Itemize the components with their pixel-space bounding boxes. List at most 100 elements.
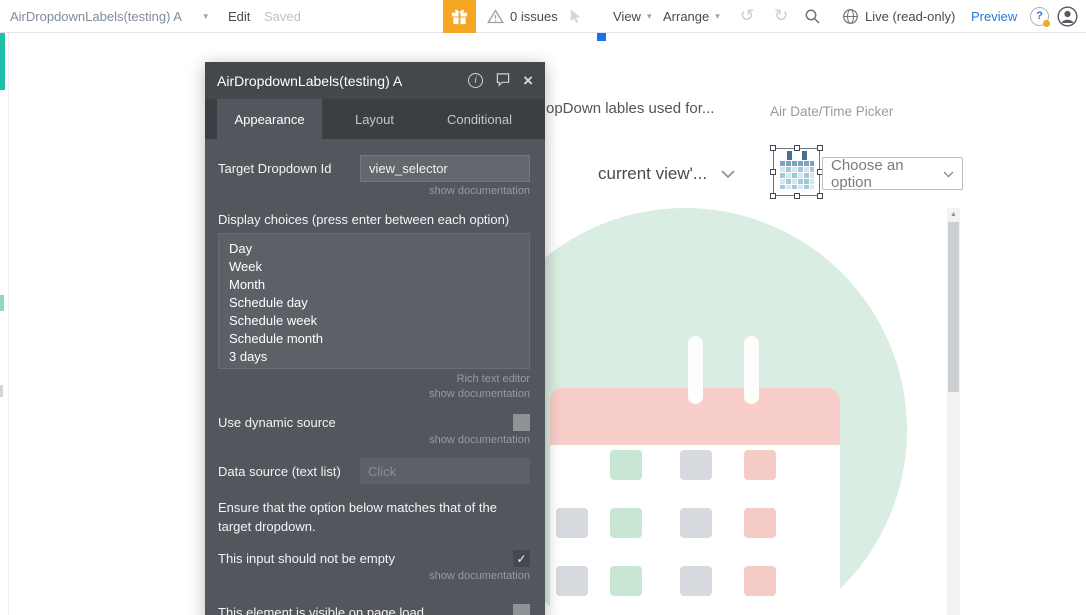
calendar-cell [680, 508, 712, 538]
chevron-down-icon: ▾ [715, 12, 720, 21]
notification-dot [1043, 20, 1050, 27]
chevron-down-icon [943, 165, 954, 182]
visible-on-load-checkbox[interactable] [513, 604, 530, 615]
view-dropdown-element[interactable]: current view'... [598, 164, 735, 184]
arrange-label: Arrange [663, 9, 709, 24]
target-dropdown-input[interactable] [360, 155, 530, 182]
resize-handle[interactable] [770, 169, 776, 175]
property-editor-dialog: AirDropdownLabels(testing) A i × Appeara… [205, 62, 545, 615]
resize-handle[interactable] [817, 193, 823, 199]
top-toolbar: AirDropdownLabels(testing) A ▾ Edit Save… [0, 0, 1086, 33]
edit-menu[interactable]: Edit [228, 0, 250, 32]
scroll-up-icon[interactable]: ▲ [947, 208, 960, 221]
calendar-cell [610, 508, 642, 538]
picker-caption-text[interactable]: Air Date/Time Picker [770, 104, 893, 119]
redo-icon: ↻ [774, 6, 788, 26]
calendar-ring [688, 336, 703, 404]
undo-button[interactable]: ↺ [740, 0, 754, 32]
group-scrollbar[interactable]: ▲ [947, 208, 960, 615]
choice-line: 3 days [229, 348, 519, 366]
search-icon [804, 8, 821, 25]
tab-appearance[interactable]: Appearance [217, 99, 322, 139]
tab-conditional[interactable]: Conditional [427, 99, 532, 139]
canvas-element-fragment [0, 385, 3, 397]
resize-handle[interactable] [794, 145, 800, 151]
redo-button[interactable]: ↻ [774, 0, 788, 32]
display-choices-value[interactable]: DayWeekMonthSchedule daySchedule weekSch… [218, 233, 530, 369]
preview-button[interactable]: Preview [971, 0, 1017, 32]
rich-text-editor-link[interactable]: Rich text editor [218, 373, 530, 385]
environment-selector[interactable]: Live (read-only) [842, 0, 955, 32]
choice-line: Month [229, 276, 519, 294]
view-dropdown-text: current view'... [598, 164, 707, 184]
saved-label: Saved [264, 9, 301, 24]
page-left-edge [8, 33, 9, 615]
scrollbar-thumb[interactable] [948, 222, 959, 392]
show-documentation-link[interactable]: show documentation [218, 388, 530, 400]
help-button[interactable]: ? [1030, 0, 1049, 32]
environment-label: Live (read-only) [865, 9, 955, 24]
data-source-label: Data source (text list) [218, 464, 341, 479]
choice-line: Schedule day [229, 294, 519, 312]
show-documentation-link[interactable]: show documentation [218, 185, 530, 197]
search-button[interactable] [804, 0, 821, 32]
data-source-row: Data source (text list) Click [218, 458, 530, 484]
choose-option-text: Choose an option [831, 157, 943, 191]
choose-option-dropdown[interactable]: Choose an option [822, 157, 963, 190]
chevron-down-icon [721, 164, 735, 184]
visible-on-load-row: This element is visible on page load [218, 604, 530, 615]
globe-icon [842, 8, 859, 25]
display-choices-label: Display choices (press enter between eac… [218, 212, 530, 227]
pointer-tool[interactable] [568, 0, 583, 32]
calendar-ring [744, 336, 759, 404]
dynamic-source-row: Use dynamic source [218, 414, 530, 431]
arrange-menu[interactable]: Arrange ▾ [663, 0, 720, 32]
choice-line: Week [229, 258, 519, 276]
dialog-title-bar[interactable]: AirDropdownLabels(testing) A i × [205, 62, 545, 99]
resize-handle[interactable] [817, 145, 823, 151]
preview-label: Preview [971, 9, 1017, 24]
choice-line: Day [229, 240, 519, 258]
canvas-text-element[interactable]: opDown lables used for... [546, 100, 714, 117]
ensure-note: Ensure that the option below matches tha… [218, 498, 530, 536]
selected-datepicker-element[interactable] [773, 148, 820, 196]
canvas-element-fragment [0, 295, 4, 311]
comment-icon[interactable] [495, 72, 511, 90]
account-button[interactable] [1057, 0, 1078, 32]
issues-indicator[interactable]: 0 issues [487, 0, 558, 32]
dialog-tabs: Appearance Layout Conditional [205, 99, 545, 139]
view-menu[interactable]: View ▾ [613, 0, 651, 32]
edit-label: Edit [228, 9, 250, 24]
issues-label: 0 issues [510, 9, 558, 24]
user-icon [1057, 6, 1078, 27]
calendar-icon [780, 151, 814, 194]
saved-status: Saved [264, 0, 301, 32]
cursor-icon [568, 8, 583, 24]
resize-handle[interactable] [770, 193, 776, 199]
resize-handle[interactable] [794, 193, 800, 199]
target-dropdown-row: Target Dropdown Id [218, 155, 530, 182]
show-documentation-link[interactable]: show documentation [218, 570, 530, 582]
gift-button[interactable] [443, 0, 476, 33]
help-glyph: ? [1036, 10, 1043, 22]
undo-icon: ↺ [740, 6, 754, 26]
app-selector-label: AirDropdownLabels(testing) A [10, 9, 182, 24]
visible-on-load-label: This element is visible on page load [218, 605, 424, 615]
not-empty-checkbox[interactable]: ✓ [513, 550, 530, 567]
data-source-input[interactable]: Click [360, 458, 530, 484]
calendar-cell [556, 508, 588, 538]
dynamic-source-checkbox[interactable] [513, 414, 530, 431]
info-icon[interactable]: i [468, 73, 483, 88]
warning-icon [487, 9, 504, 24]
choice-line: Schedule week [229, 312, 519, 330]
show-documentation-link[interactable]: show documentation [218, 434, 530, 446]
resize-handle[interactable] [770, 145, 776, 151]
canvas-element-fragment [0, 33, 5, 90]
bubble-editor: AirDropdownLabels(testing) A ▾ Edit Save… [0, 0, 1086, 615]
app-selector[interactable]: AirDropdownLabels(testing) A ▾ [10, 0, 208, 32]
calendar-cell [744, 450, 776, 480]
close-icon[interactable]: × [523, 72, 533, 89]
tab-layout[interactable]: Layout [322, 99, 427, 139]
calendar-cell [744, 566, 776, 596]
dialog-title: AirDropdownLabels(testing) A [217, 73, 456, 89]
